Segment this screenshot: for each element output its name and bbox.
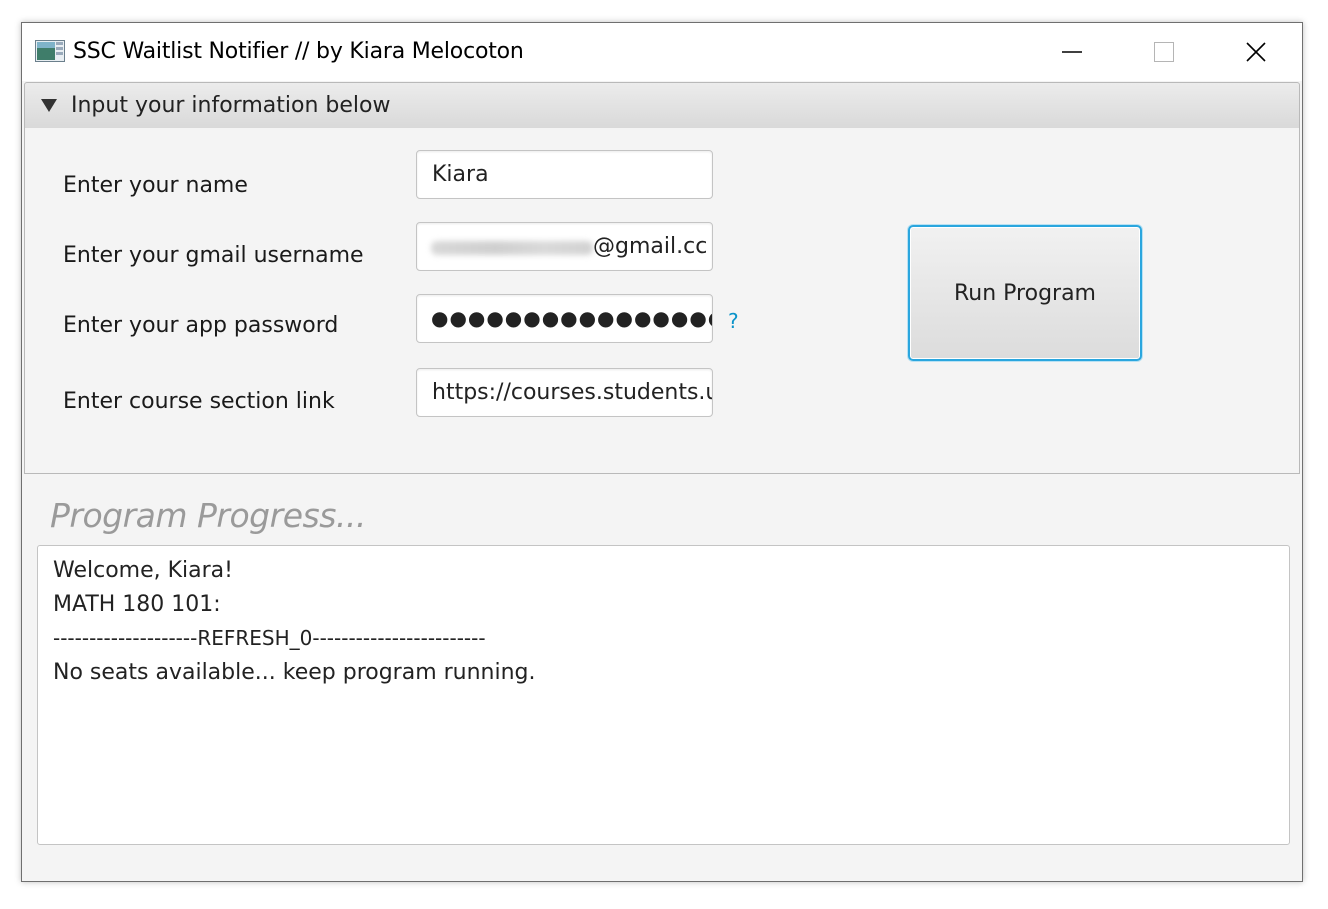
log-line: Welcome, Kiara!: [53, 558, 233, 583]
close-button[interactable]: [1210, 23, 1302, 81]
title-bar[interactable]: SSC Waitlist Notifier // by Kiara Meloco…: [22, 23, 1302, 81]
gmail-suffix: @gmail.cc: [593, 234, 708, 259]
collapse-arrow-icon[interactable]: [41, 99, 57, 112]
course-link-value: https://courses.students.u: [432, 380, 713, 405]
name-value: Kiara: [432, 162, 489, 187]
log-line: No seats available... keep program runni…: [53, 660, 536, 685]
name-label: Enter your name: [63, 173, 248, 198]
close-icon: [1246, 42, 1266, 62]
password-help-link[interactable]: ?: [728, 309, 739, 333]
password-dots: ●●●●●●●●●●●●●●●●: [431, 306, 713, 330]
run-program-label: Run Program: [953, 281, 1096, 306]
input-pane-header[interactable]: Input your information below: [24, 82, 1300, 129]
maximize-icon: [1154, 42, 1174, 62]
course-link-label: Enter course section link: [63, 389, 335, 414]
log-line: MATH 180 101:: [53, 592, 221, 617]
window-title: SSC Waitlist Notifier // by Kiara Meloco…: [73, 39, 524, 64]
course-link-field[interactable]: https://courses.students.u: [416, 368, 713, 417]
progress-log-textarea[interactable]: Welcome, Kiara! MATH 180 101: ----------…: [37, 545, 1290, 845]
input-pane-content: Enter your name Kiara Enter your gmail u…: [24, 128, 1300, 474]
gmail-username-label: Enter your gmail username: [63, 243, 364, 268]
redacted-username: [431, 241, 593, 255]
log-line: --------------------REFRESH_0-----------…: [53, 626, 486, 650]
app-password-field[interactable]: ●●●●●●●●●●●●●●●●: [416, 294, 713, 343]
minimize-button[interactable]: [1026, 23, 1118, 81]
app-window: SSC Waitlist Notifier // by Kiara Meloco…: [21, 22, 1303, 882]
java-app-icon: [35, 40, 65, 62]
name-field[interactable]: Kiara: [416, 150, 713, 199]
run-program-button[interactable]: Run Program: [908, 225, 1142, 361]
input-pane-title: Input your information below: [71, 93, 391, 118]
gmail-username-field[interactable]: @gmail.cc: [416, 222, 713, 271]
app-password-label: Enter your app password: [63, 313, 339, 338]
minimize-icon: [1062, 51, 1082, 53]
maximize-button[interactable]: [1118, 23, 1210, 81]
program-progress-title: Program Progress...: [50, 496, 366, 535]
